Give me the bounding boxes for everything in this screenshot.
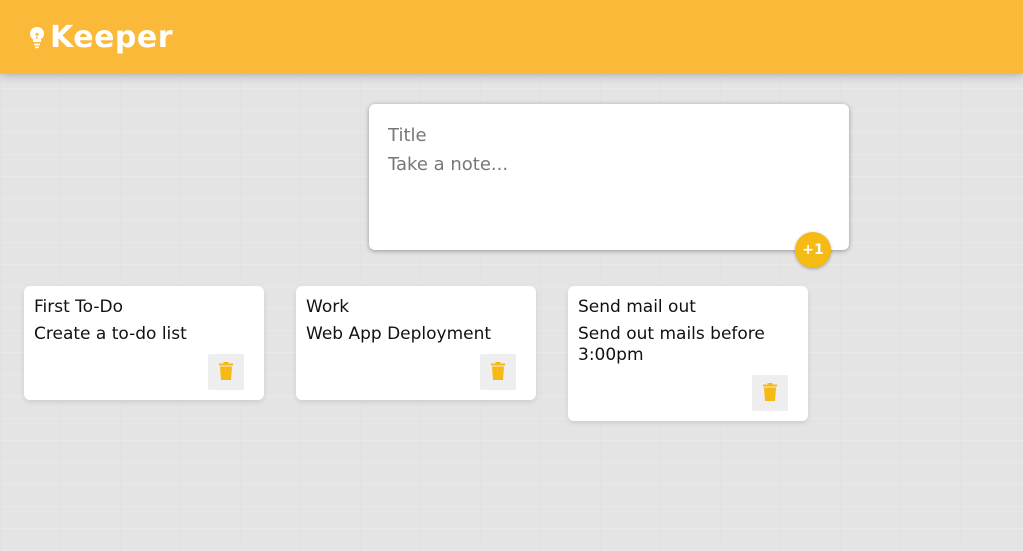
note-content: Create a to-do list — [34, 324, 187, 344]
delete-note-button[interactable] — [480, 354, 516, 390]
trash-icon — [763, 382, 777, 404]
note-title: Send mail out — [578, 297, 696, 317]
note-content: Send out mails before 3:00pm — [578, 324, 771, 365]
note-card: Send mail out Send out mails before 3:00… — [568, 286, 808, 421]
note-content-input[interactable] — [388, 152, 830, 212]
logo: Keeper — [28, 20, 173, 55]
app-title: Keeper — [50, 19, 174, 55]
delete-note-button[interactable] — [752, 375, 788, 411]
trash-icon — [491, 361, 505, 383]
note-title: Work — [306, 297, 350, 317]
app-header: Keeper — [0, 0, 1023, 74]
note-card: Work Web App Deployment — [296, 286, 536, 400]
trash-icon — [219, 361, 233, 383]
add-note-button[interactable]: +1 — [795, 232, 831, 268]
delete-note-button[interactable] — [208, 354, 244, 390]
lightbulb-icon — [28, 25, 46, 49]
note-content: Web App Deployment — [306, 324, 492, 344]
note-title: First To-Do — [34, 297, 124, 317]
note-card: First To-Do Create a to-do list — [24, 286, 264, 400]
note-title-input[interactable] — [388, 122, 830, 148]
create-note-form — [369, 104, 849, 250]
